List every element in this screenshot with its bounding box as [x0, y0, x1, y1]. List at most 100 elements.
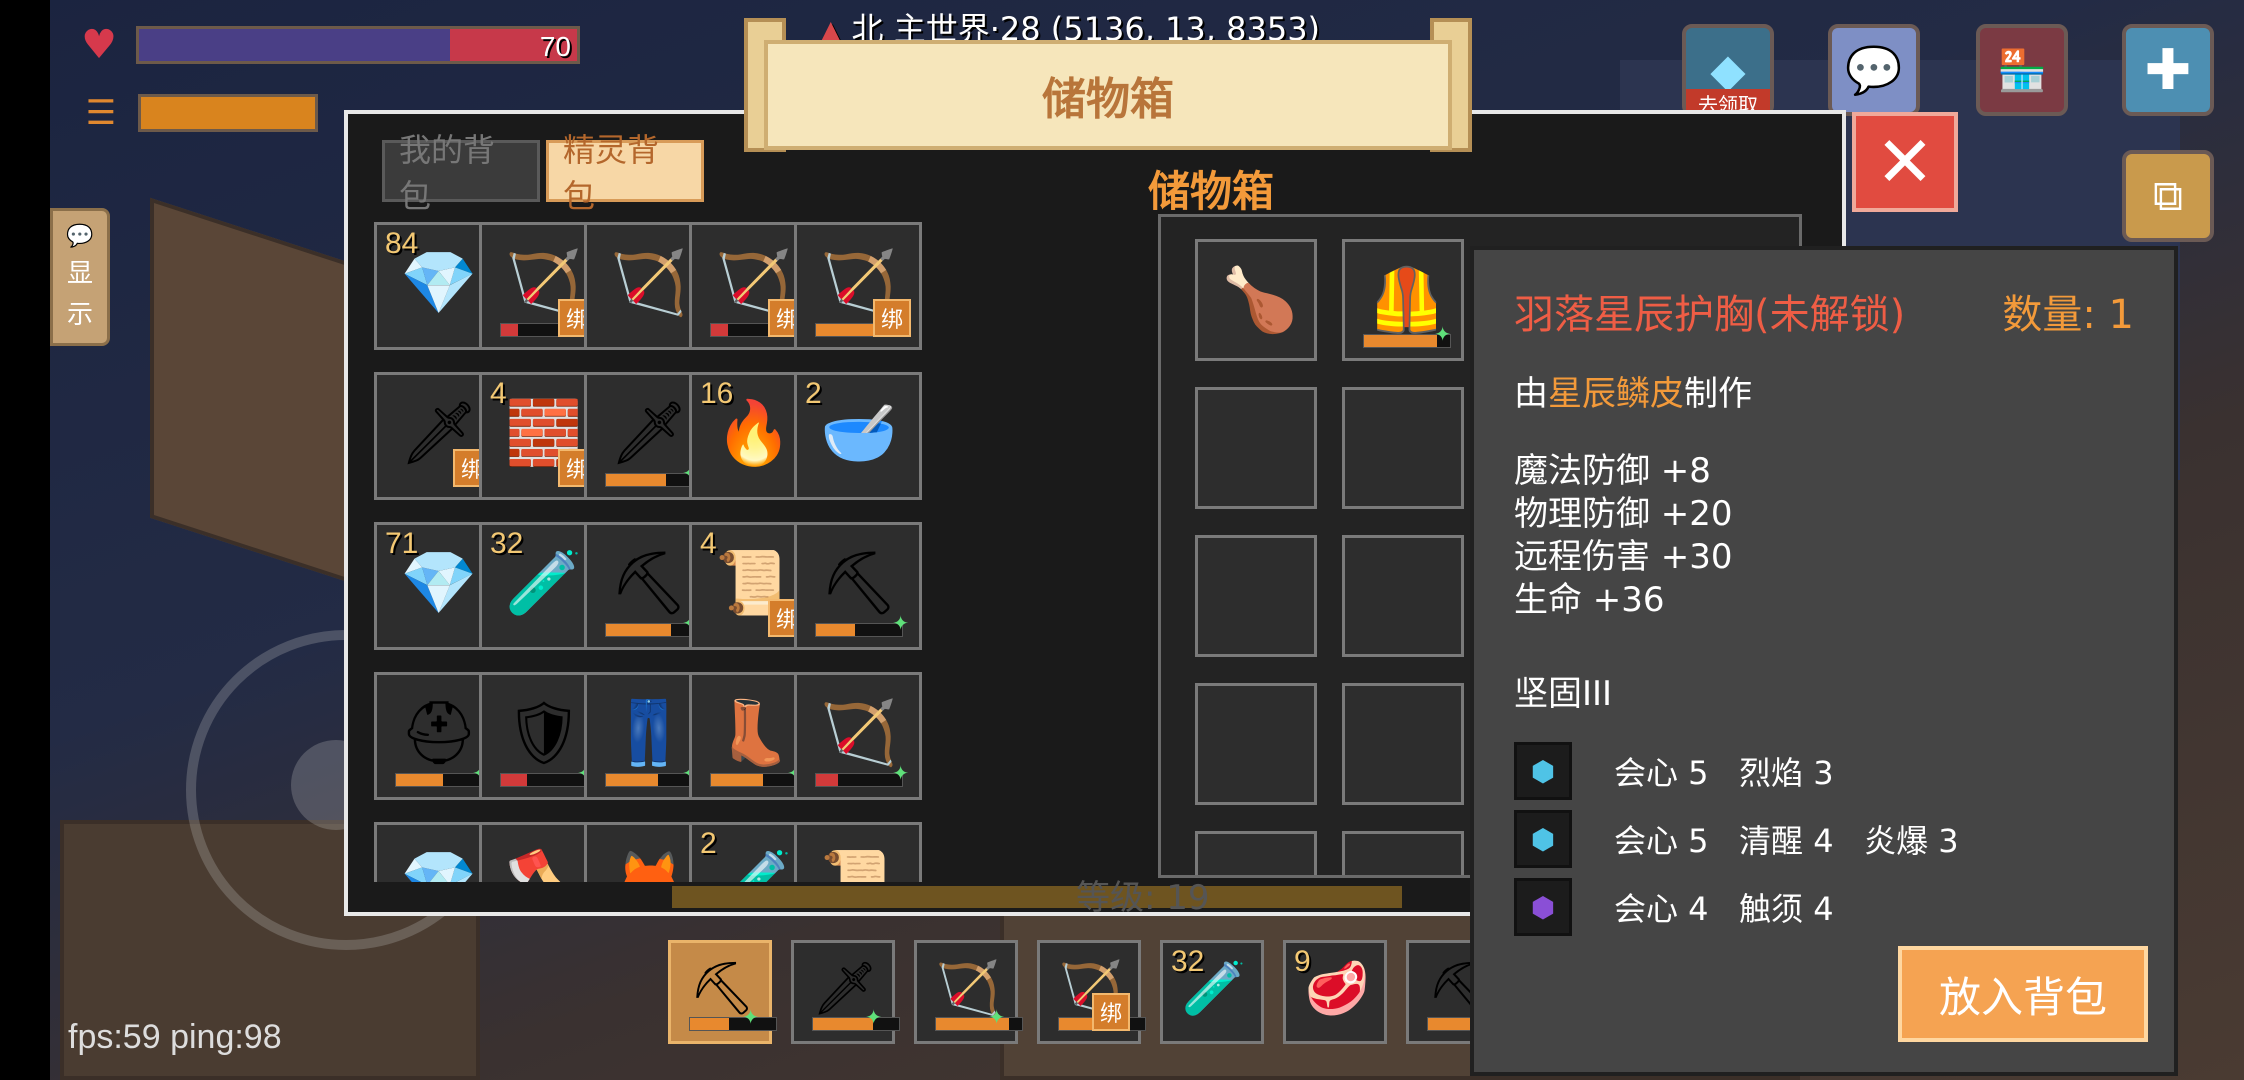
- gem-slot: ⬢ 会心 4 触须 4: [1514, 878, 1834, 936]
- item-slot-dark-pickaxe[interactable]: ⛏ ✦: [668, 940, 777, 1044]
- item-slot-dark-bow[interactable]: 🏹 绑: [1037, 940, 1146, 1044]
- helmet-icon: ⛑: [399, 696, 479, 769]
- item-slot-empty[interactable]: [1342, 387, 1464, 509]
- level-label: 等级: 19: [1076, 878, 1210, 918]
- item-count: 2: [805, 377, 822, 410]
- item-slot-quiver[interactable]: 🏹 ✦: [794, 672, 922, 800]
- item-slot-empty[interactable]: [1195, 683, 1317, 805]
- durability-fill: [501, 324, 519, 336]
- stat-line: 魔法防御 +8: [1514, 451, 1711, 491]
- item-slot-soup-bowl[interactable]: 🥣 2: [794, 372, 922, 500]
- plus-icon: ✚: [2144, 37, 2192, 103]
- item-slot-empty[interactable]: [1195, 831, 1317, 875]
- gem-slot: ⬢ 会心 5 清醒 4 炎爆 3: [1514, 810, 1959, 868]
- quiver-icon: 🏹: [820, 696, 898, 769]
- hunger-icon: ☰: [85, 93, 117, 133]
- durability-fill: [816, 324, 881, 336]
- item-slot-empty[interactable]: [1342, 535, 1464, 657]
- roast-chicken-icon: 🍗: [1221, 263, 1299, 336]
- sparkle-icon: ✦: [892, 761, 909, 785]
- show-side-tab[interactable]: 💬 显 示: [50, 208, 110, 346]
- item-count: 9: [1294, 945, 1311, 978]
- durability-bar: [815, 623, 903, 637]
- made-suffix: 制作: [1684, 374, 1752, 414]
- stat-line: 物理防御 +20: [1514, 494, 1733, 534]
- item-tooltip: 羽落星辰护胸(未解锁) 数量: 1 由星辰鳞皮制作 魔法防御 +8 物理防御 +…: [1470, 246, 2178, 1076]
- item-slot-ice-bow[interactable]: 🏹 ✦: [914, 940, 1023, 1044]
- item-count: 71: [385, 527, 419, 560]
- item-slot-dark-bow[interactable]: 🏹 绑: [794, 222, 922, 350]
- item-slot-red-potion[interactable]: 🧪 32: [1160, 940, 1264, 1044]
- crystal-pickaxe-icon: ⛏: [609, 546, 689, 619]
- side-tab-char: 显: [66, 258, 93, 289]
- item-count: 32: [1171, 945, 1205, 978]
- close-button[interactable]: ✕: [1852, 112, 1958, 212]
- dark-sword-icon: 🗡: [609, 396, 689, 469]
- durability-bar: [500, 773, 588, 787]
- item-slot-meat[interactable]: 🥩 9: [1283, 940, 1387, 1044]
- durability-fill: [690, 1018, 729, 1030]
- tab-my-backpack[interactable]: 我的背包: [382, 131, 540, 215]
- durability-fill: [711, 774, 763, 786]
- made-prefix: 由: [1514, 374, 1548, 414]
- health-bar-empty: [139, 29, 450, 61]
- health-bar-row: ♥ 70: [72, 20, 580, 70]
- durability-fill: [813, 1018, 874, 1030]
- item-count: 4: [700, 527, 717, 560]
- gem-icon: ⬢: [1514, 742, 1572, 800]
- item-count: 2: [700, 827, 717, 860]
- item-slot-empty[interactable]: [1195, 387, 1317, 509]
- level-bar: 等级: 19: [672, 878, 1402, 918]
- made-material: 星辰鳞皮: [1548, 374, 1684, 414]
- bound-badge: 绑: [873, 299, 911, 337]
- item-slot-star-chestplate[interactable]: 🦺 ✦: [1342, 239, 1464, 361]
- put-in-backpack-button[interactable]: 放入背包: [1898, 946, 2148, 1042]
- durability-bar: [710, 773, 798, 787]
- durability-fill: [606, 774, 658, 786]
- store-icon: 🏪: [1997, 47, 2047, 94]
- item-slot-roast-chicken[interactable]: 🍗: [1195, 239, 1317, 361]
- gem-text: 会心 5 烈焰 3: [1614, 754, 1834, 792]
- hunger-bar: [138, 94, 318, 132]
- durability-bar: [812, 1017, 900, 1031]
- chat-bubble-icon: 💬: [66, 223, 94, 249]
- bottle-icon: 🧪: [712, 841, 796, 882]
- gem-icon: ⬢: [1514, 878, 1572, 936]
- durability-fill: [816, 774, 838, 786]
- tab-spirit-backpack[interactable]: 精灵背包: [546, 131, 704, 215]
- side-tab-char: 示: [66, 299, 93, 330]
- stat-line: 生命 +36: [1514, 580, 1665, 620]
- item-slot-dark-pickaxe[interactable]: ⛏ ✦: [794, 522, 922, 650]
- durability-fill: [606, 474, 667, 486]
- item-slot-dark-sword[interactable]: 🗡✦: [791, 940, 900, 1044]
- hunger-bar-row: ☰: [74, 88, 318, 138]
- item-count: 16: [700, 377, 734, 410]
- add-button[interactable]: ✚: [2122, 24, 2214, 116]
- build-button[interactable]: ⧉: [2122, 150, 2214, 242]
- durability-bar: [689, 1017, 777, 1031]
- durability-bar: [605, 773, 693, 787]
- chest-title: 储物箱: [1148, 167, 1275, 216]
- durability-bar: [815, 773, 903, 787]
- heart-icon: ♥: [81, 22, 117, 68]
- gem-shop-button[interactable]: ◆ 去领取: [1682, 24, 1774, 118]
- stat-line: 远程伤害 +30: [1514, 537, 1733, 577]
- item-slot-empty[interactable]: [1342, 683, 1464, 805]
- shop-button[interactable]: 🏪: [1976, 24, 2068, 116]
- chest-armor-icon: 🛡: [504, 696, 584, 769]
- item-slot-empty[interactable]: [1195, 535, 1317, 657]
- banner-paper: 储物箱: [764, 40, 1452, 150]
- gem-slot: ⬢ 会心 5 烈焰 3: [1514, 742, 1834, 800]
- health-bar: 70: [136, 26, 580, 64]
- sparkle-icon: ✦: [1434, 322, 1451, 346]
- crystal-shard-icon: 💎: [397, 841, 481, 882]
- item-name: 羽落星辰护胸(未解锁): [1514, 292, 1906, 338]
- close-icon: ✕: [1875, 121, 1935, 203]
- item-slot-empty[interactable]: [1342, 831, 1464, 875]
- item-slot-scroll[interactable]: 📜: [794, 822, 922, 882]
- chat-button[interactable]: 💬: [1828, 24, 1920, 116]
- sparkle-icon: ✦: [892, 611, 909, 635]
- durability-bar: [605, 623, 693, 637]
- cubes-icon: ⧉: [2153, 171, 2183, 220]
- item-stats: 魔法防御 +8 物理防御 +20 远程伤害 +30 生命 +36: [1514, 450, 1733, 622]
